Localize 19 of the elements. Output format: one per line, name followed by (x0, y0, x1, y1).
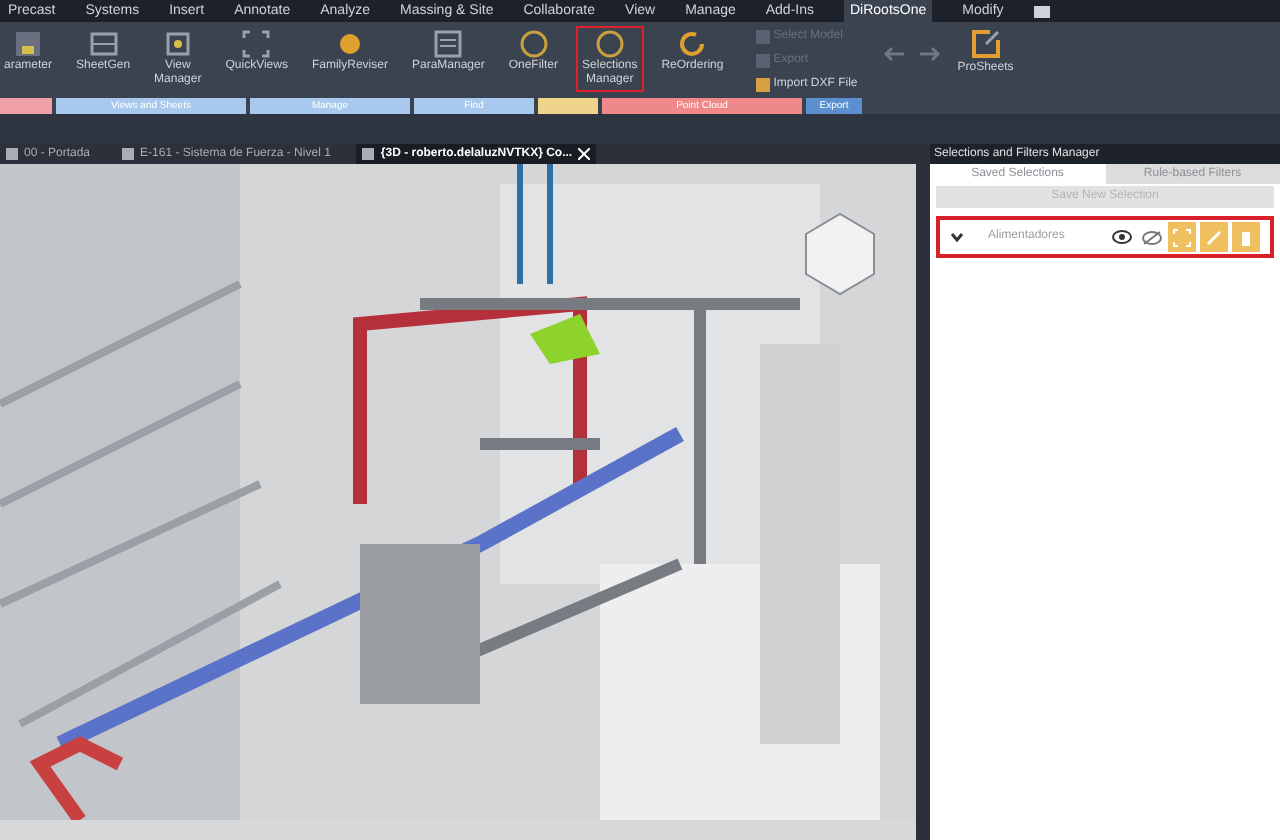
sheet-icon (432, 28, 465, 60)
sheet-icon (362, 148, 375, 160)
undo-arrow-icon[interactable] (881, 44, 906, 64)
sheet-icon (122, 148, 135, 160)
sheet-icon (87, 28, 120, 60)
edit-square-icon (969, 28, 1002, 60)
view-icon (161, 28, 194, 60)
square-icon (755, 54, 770, 68)
refresh-icon (676, 28, 709, 60)
pencil-icon (1204, 227, 1224, 247)
chevron-icon[interactable] (950, 232, 964, 242)
square-icon (755, 30, 770, 44)
frame-corners-icon (240, 28, 273, 60)
circle-icon (517, 28, 550, 60)
circle-icon (593, 28, 626, 60)
close-icon[interactable] (578, 148, 591, 160)
sheet-icon (6, 148, 18, 160)
frame-corners-icon (1172, 227, 1192, 247)
redo-arrow-icon[interactable] (917, 44, 942, 64)
